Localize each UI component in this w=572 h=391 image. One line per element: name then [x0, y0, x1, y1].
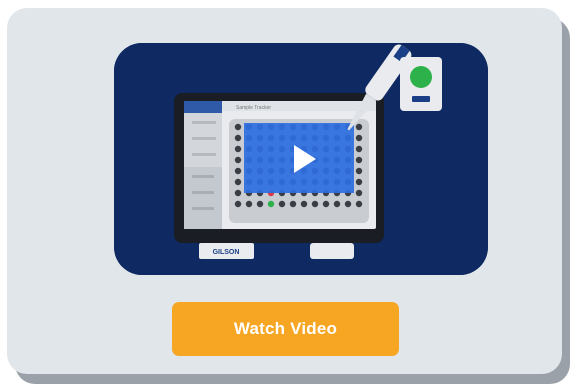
plate-well	[256, 200, 264, 208]
video-card: Sample Tracker GILSON Watch Video	[7, 8, 562, 374]
plate-well	[267, 200, 275, 208]
plate-well	[234, 123, 242, 131]
video-thumbnail[interactable]: Sample Tracker GILSON	[114, 43, 488, 275]
plate-well	[300, 200, 308, 208]
plate-well	[234, 189, 242, 197]
brand-logo-text: GILSON	[213, 249, 240, 256]
instrument-illustration	[400, 57, 442, 111]
thumbnail-illustration: Sample Tracker GILSON	[114, 43, 488, 275]
plate-well	[322, 200, 330, 208]
plate-well	[355, 189, 363, 197]
plate-well	[234, 167, 242, 175]
plate-well	[344, 200, 352, 208]
screen-title: Sample Tracker	[236, 105, 271, 111]
plate-well	[311, 200, 319, 208]
plate-well	[234, 178, 242, 186]
plate-well	[333, 200, 341, 208]
plate-well	[234, 134, 242, 142]
plate-well	[289, 200, 297, 208]
tablet-illustration: Sample Tracker	[174, 93, 384, 243]
plate-well	[234, 200, 242, 208]
plate-well	[245, 200, 253, 208]
plate-well	[355, 167, 363, 175]
plate-well	[355, 123, 363, 131]
plate-well	[355, 200, 363, 208]
plate-well	[355, 178, 363, 186]
plate-well	[234, 156, 242, 164]
plate-well	[278, 200, 286, 208]
plate-well	[355, 156, 363, 164]
plate-well	[355, 134, 363, 142]
plate-well	[234, 145, 242, 153]
plate-well	[355, 145, 363, 153]
watch-video-button[interactable]: Watch Video	[172, 302, 399, 356]
